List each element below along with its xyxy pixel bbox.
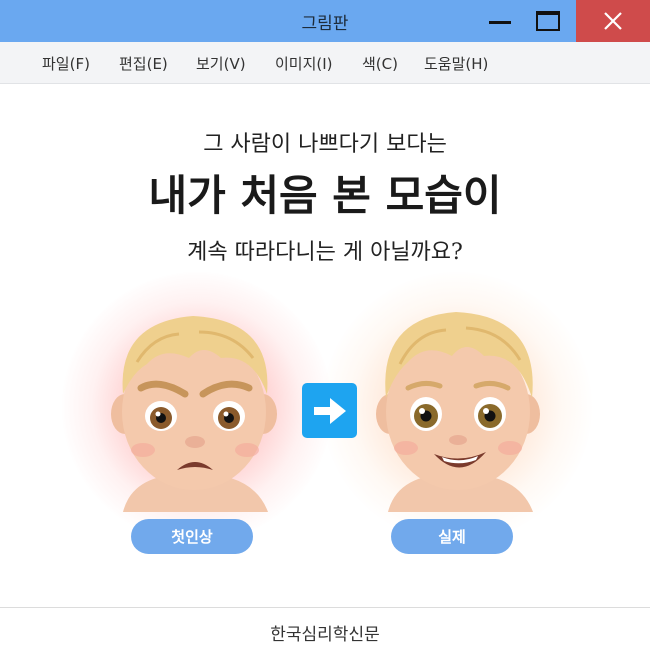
first-impression-label: 첫인상 bbox=[131, 519, 253, 554]
headline-line-2: 내가 처음 본 모습이 bbox=[144, 162, 506, 223]
footer-divider bbox=[0, 607, 650, 608]
headline-line-1: 그 사람이 나쁘다기 보다는 bbox=[203, 132, 447, 157]
menu-view[interactable]: 보기(V) bbox=[196, 53, 246, 74]
arrow-box bbox=[302, 383, 357, 438]
maximize-icon bbox=[536, 11, 560, 31]
smiling-baby-emoji bbox=[368, 302, 548, 512]
menu-bar: 파일(F) 편집(E) 보기(V) 이미지(I) 색(C) 도움말(H) bbox=[0, 42, 650, 84]
title-bar: 그림판 bbox=[0, 0, 650, 42]
menu-help[interactable]: 도움말(H) bbox=[424, 53, 488, 74]
headline-line-2-wrap: 내가 처음 본 모습이 bbox=[0, 162, 650, 223]
maximize-button[interactable] bbox=[518, 0, 578, 42]
menu-edit[interactable]: 편집(E) bbox=[119, 53, 168, 74]
footer-source: 한국심리학신문 bbox=[270, 625, 380, 645]
angry-baby-emoji bbox=[103, 302, 283, 512]
menu-color[interactable]: 색(C) bbox=[362, 53, 398, 74]
close-icon bbox=[604, 12, 622, 30]
minimize-icon bbox=[489, 20, 511, 24]
right-arrow-icon bbox=[313, 397, 346, 424]
reality-label: 실제 bbox=[391, 519, 513, 554]
menu-file[interactable]: 파일(F) bbox=[42, 53, 90, 74]
close-button[interactable] bbox=[576, 0, 650, 42]
headline-line-3: 계속 따라다니는 게 아닐까요? bbox=[187, 240, 463, 265]
menu-image[interactable]: 이미지(I) bbox=[275, 53, 333, 74]
